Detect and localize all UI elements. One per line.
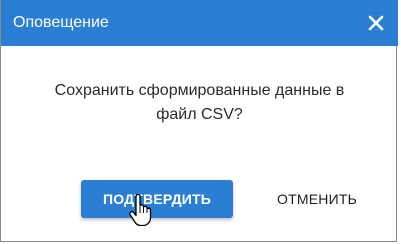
confirm-dialog: Оповещение Сохранить сформированные данн… [0,0,398,242]
cancel-button[interactable]: ОТМЕНИТЬ [259,180,375,218]
dialog-message-line-1: Сохранить сформированные данные в [54,82,345,99]
close-icon [368,15,384,31]
dialog-header: Оповещение [1,0,398,46]
close-button[interactable] [366,13,386,33]
dialog-message: Сохранить сформированные данные в файл C… [1,79,398,127]
dialog-message-line-2: файл CSV? [156,106,243,123]
confirm-button[interactable]: ПОДТВЕРДИТЬ [81,180,233,218]
dialog-title: Оповещение [13,14,109,31]
